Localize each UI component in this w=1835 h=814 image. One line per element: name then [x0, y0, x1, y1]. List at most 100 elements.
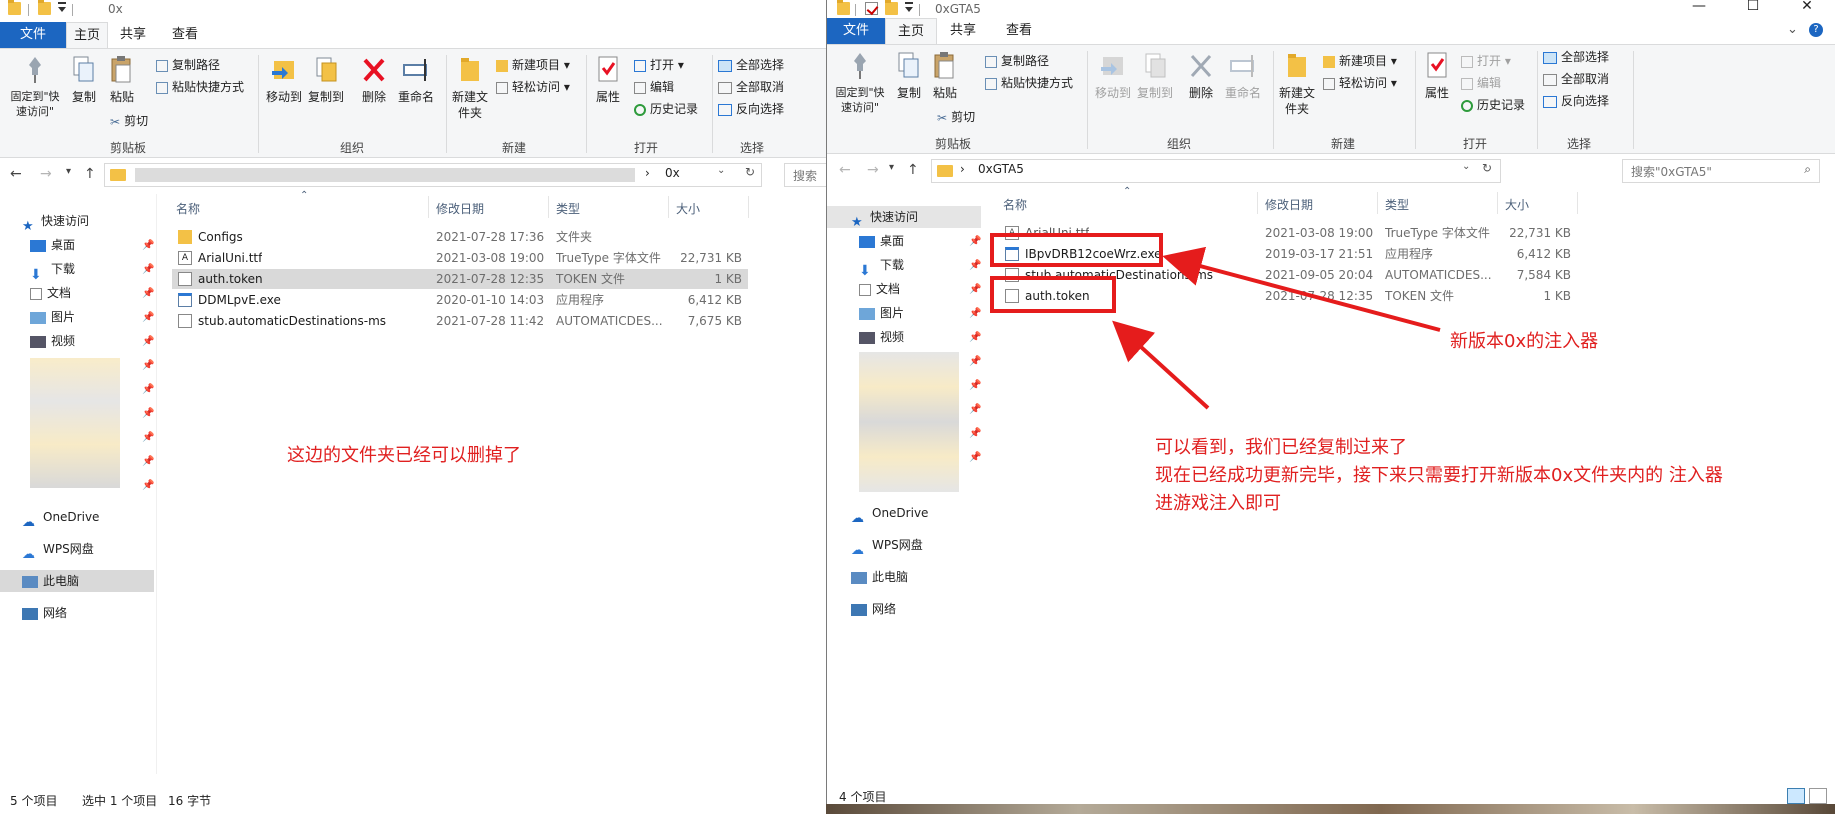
invert-selection-button[interactable]: 反向选择	[718, 101, 784, 117]
address-dropdown-icon[interactable]: ⌄	[717, 165, 725, 176]
up-arrow-icon[interactable]: ↑	[907, 162, 919, 178]
delete-button[interactable]: 删除	[1183, 51, 1219, 101]
nav-onedrive[interactable]: ☁ OneDrive	[851, 502, 981, 526]
nav-item-videos[interactable]: 视频	[859, 326, 979, 348]
nav-onedrive[interactable]: ☁ OneDrive	[22, 506, 152, 530]
customize-toolbar-icon[interactable]	[58, 2, 66, 12]
open-button[interactable]: 打开 ▾	[1461, 53, 1511, 69]
minimize-button[interactable]: —	[1676, 0, 1722, 19]
pin-icon[interactable]: 📌	[969, 308, 981, 319]
select-none-button[interactable]: 全部取消	[718, 79, 784, 95]
file-row[interactable]: Configs 2021-07-28 17:36 文件夹	[172, 227, 748, 247]
tab-file[interactable]: 文件	[827, 18, 885, 44]
search-input[interactable]: 搜索	[784, 163, 826, 187]
nav-item-pictures[interactable]: 图片	[30, 306, 150, 328]
delete-button[interactable]: 删除	[356, 55, 392, 105]
select-all-button[interactable]: 全部选择	[718, 57, 784, 73]
large-icons-view-button[interactable]	[1809, 788, 1827, 804]
edit-button[interactable]: 编辑	[1461, 75, 1501, 91]
nav-item-desktop[interactable]: 桌面	[859, 230, 979, 252]
refresh-icon[interactable]: ↻	[1482, 161, 1492, 175]
cut-button[interactable]: ✂ 剪切	[937, 109, 975, 126]
nav-item-documents[interactable]: 文档	[859, 278, 979, 300]
nav-item-videos[interactable]: 视频	[30, 330, 150, 352]
tab-share[interactable]: 共享	[937, 18, 989, 44]
copy-to-button[interactable]: 复制到	[1135, 51, 1175, 101]
pin-icon[interactable]: 📌	[969, 452, 981, 463]
nav-item-documents[interactable]: 文档	[30, 282, 150, 304]
copy-to-button[interactable]: 复制到	[306, 55, 346, 105]
nav-item-desktop[interactable]: 桌面	[30, 234, 150, 256]
back-arrow-icon[interactable]: ←	[10, 166, 22, 182]
history-button[interactable]: 历史记录	[1461, 97, 1525, 113]
cut-button[interactable]: ✂ 剪切	[110, 113, 148, 130]
details-view-button[interactable]	[1787, 788, 1805, 804]
new-item-button[interactable]: 新建项目 ▾	[496, 57, 570, 73]
maximize-button[interactable]: ☐	[1730, 0, 1776, 19]
history-button[interactable]: 历史记录	[634, 101, 698, 117]
move-to-button[interactable]: 移动到	[1093, 51, 1133, 101]
edit-button[interactable]: 编辑	[634, 79, 674, 95]
tab-file[interactable]: 文件	[0, 22, 66, 48]
nav-item-pictures[interactable]: 图片	[859, 302, 979, 324]
tab-home[interactable]: 主页	[885, 18, 937, 44]
properties-button[interactable]: 属性	[1419, 51, 1455, 101]
pin-icon[interactable]: 📌	[142, 408, 154, 419]
nav-wps[interactable]: ☁ WPS网盘	[851, 534, 981, 558]
refresh-icon[interactable]: ↻	[745, 165, 755, 179]
nav-network[interactable]: 网络	[851, 598, 981, 620]
pin-icon[interactable]: 📌	[969, 284, 981, 295]
new-folder-button[interactable]: 新建文件夹	[1277, 51, 1317, 117]
nav-quick-access[interactable]: ★ 快速访问	[827, 206, 981, 230]
column-header-date[interactable]: 修改日期	[1265, 196, 1313, 213]
forward-arrow-icon[interactable]: →	[40, 166, 52, 182]
column-header-type[interactable]: 类型	[556, 200, 580, 217]
new-item-button[interactable]: 新建项目 ▾	[1323, 53, 1397, 69]
recent-locations-icon[interactable]: ▾	[66, 166, 71, 177]
pin-icon[interactable]: 📌	[142, 480, 154, 491]
nav-item-downloads[interactable]: ⬇ 下载	[30, 258, 150, 283]
pin-to-quick-access-button[interactable]: 固定到"快速访问"	[6, 55, 64, 119]
paste-shortcut-button[interactable]: 粘贴快捷方式	[985, 75, 1073, 91]
column-header-date[interactable]: 修改日期	[436, 200, 484, 217]
address-dropdown-icon[interactable]: ⌄	[1462, 161, 1470, 172]
easy-access-button[interactable]: 轻松访问 ▾	[496, 79, 570, 95]
pin-icon[interactable]: 📌	[142, 288, 154, 299]
open-button[interactable]: 打开 ▾	[634, 57, 684, 73]
pin-icon[interactable]: 📌	[142, 240, 154, 251]
file-row[interactable]: A ArialUni.ttf 2021-03-08 19:00 TrueType …	[172, 248, 748, 268]
easy-access-button[interactable]: 轻松访问 ▾	[1323, 75, 1397, 91]
tab-view[interactable]: 查看	[162, 22, 208, 48]
properties-button[interactable]: 属性	[590, 55, 626, 105]
pin-icon[interactable]: 📌	[969, 332, 981, 343]
file-row[interactable]: stub.automaticDestinations-ms 2021-07-28…	[172, 311, 748, 331]
select-all-button[interactable]: 全部选择	[1543, 49, 1609, 65]
pin-to-quick-access-button[interactable]: 固定到"快速访问"	[831, 51, 889, 115]
copy-path-button[interactable]: 复制路径	[156, 57, 220, 73]
help-icon[interactable]: ?	[1809, 23, 1823, 37]
column-header-type[interactable]: 类型	[1385, 196, 1409, 213]
folder-icon[interactable]	[38, 0, 51, 15]
folder-icon[interactable]	[885, 0, 898, 15]
new-folder-button[interactable]: 新建文件夹	[450, 55, 490, 121]
column-header-name[interactable]: 名称	[176, 200, 200, 217]
nav-wps[interactable]: ☁ WPS网盘	[22, 538, 152, 562]
rename-button[interactable]: 重命名	[394, 55, 438, 105]
column-header-size[interactable]: 大小	[676, 200, 700, 217]
properties-icon[interactable]	[865, 2, 878, 15]
tab-share[interactable]: 共享	[110, 22, 156, 48]
pin-icon[interactable]: 📌	[969, 380, 981, 391]
nav-this-pc[interactable]: 此电脑	[851, 566, 981, 588]
select-none-button[interactable]: 全部取消	[1543, 71, 1609, 87]
back-arrow-icon[interactable]: ←	[839, 162, 851, 178]
close-button[interactable]: ✕	[1784, 0, 1830, 19]
file-row-selected[interactable]: auth.token 2021-07-28 12:35 TOKEN 文件 1 K…	[172, 269, 748, 289]
nav-network[interactable]: 网络	[22, 602, 152, 624]
pin-icon[interactable]: 📌	[142, 384, 154, 395]
invert-selection-button[interactable]: 反向选择	[1543, 93, 1609, 109]
paste-button[interactable]: 粘贴	[929, 51, 961, 101]
nav-quick-access[interactable]: ★ 快速访问	[22, 210, 152, 234]
pin-icon[interactable]: 📌	[142, 264, 154, 275]
chevron-down-icon[interactable]: ⌄	[1787, 22, 1798, 37]
pin-icon[interactable]: 📌	[969, 404, 981, 415]
